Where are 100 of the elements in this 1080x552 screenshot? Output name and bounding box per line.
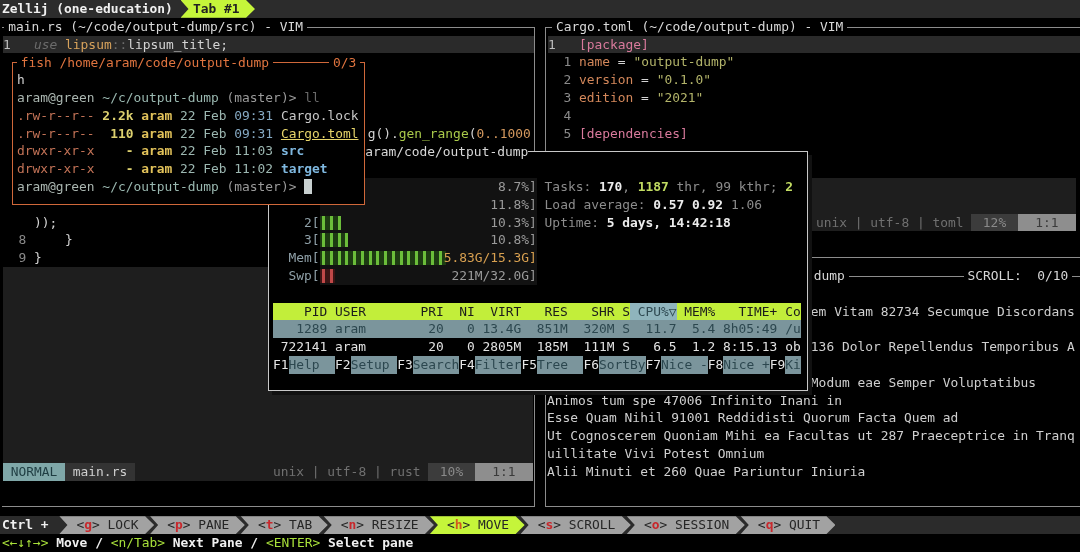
function-button[interactable]: Ki bbox=[785, 355, 801, 374]
column-header[interactable]: NI bbox=[443, 302, 475, 321]
table-cell-text: 722141 bbox=[279, 338, 328, 356]
table-cell-text: aram bbox=[334, 338, 368, 356]
mode-button[interactable]: <h> MOVE bbox=[429, 516, 525, 534]
terminal-line: .rw-r--r-- 2.2k aram 22 Feb 09:31 Cargo.lock bbox=[17, 106, 359, 125]
tab[interactable]: Tab #1 bbox=[180, 0, 255, 18]
meter-label: Mem[ bbox=[287, 249, 320, 267]
line-number: 9 bbox=[17, 249, 27, 267]
terminal-line: Esse Quam Nihil 91001 Reddidisti Quorum Facta Quem ad bbox=[547, 409, 959, 428]
system-info: Tasks: 170, 1187 thr, 99 kthr; 2 bbox=[544, 178, 793, 196]
line-number: 2 bbox=[562, 71, 572, 89]
process-row[interactable]: 722141 aram 20 0 2805M 185M 111M S 6.5 1.2 8:15.13 ob bbox=[273, 338, 801, 356]
table-cell-text: 185M bbox=[535, 338, 568, 356]
meter-value: 8.7%] bbox=[498, 178, 537, 196]
table-cell-text: 8h05:49 bbox=[722, 320, 778, 339]
meter-label: Swp[ bbox=[287, 266, 320, 285]
column-header[interactable]: PID bbox=[273, 302, 328, 321]
column-header[interactable]: S bbox=[614, 302, 630, 321]
table-cell-text: 13.4G bbox=[481, 320, 522, 339]
column-header[interactable]: SHR bbox=[567, 302, 615, 321]
table-cell-text: 320M bbox=[582, 320, 615, 339]
mode-button[interactable]: <o> SESSION bbox=[626, 516, 745, 534]
table-cell-text: 0 bbox=[465, 320, 475, 339]
function-button[interactable]: Search bbox=[412, 355, 460, 374]
line-number: 1 bbox=[562, 53, 572, 72]
file-name: main.rs bbox=[65, 462, 135, 481]
terminal-line: uillitate Vivi Potest Omnium bbox=[547, 444, 765, 463]
table-cell-text: 20 bbox=[427, 338, 444, 356]
function-button[interactable]: Nice + bbox=[723, 355, 770, 374]
cursor-position: 1:1 bbox=[474, 462, 533, 481]
mode-button[interactable]: <q> QUIT bbox=[740, 516, 836, 534]
line-number: 8 bbox=[17, 231, 27, 250]
table-cell-text: 1289 bbox=[295, 320, 328, 339]
meter-value: 5.83G/15.3G] bbox=[443, 249, 537, 267]
column-header[interactable]: Co bbox=[777, 302, 801, 321]
table-cell-text: /u bbox=[784, 320, 801, 339]
column-header[interactable]: MEM% bbox=[676, 302, 716, 321]
terminal-line: drwxr-xr-x - aram 22 Feb 11:02 target bbox=[17, 160, 328, 178]
table-cell-text: 20 bbox=[427, 320, 444, 339]
table-cell-text: 1.2 bbox=[691, 338, 716, 356]
table-cell-text: 2805M bbox=[481, 338, 522, 356]
mode-button[interactable]: <g> LOCK bbox=[59, 516, 155, 534]
mode-button[interactable]: <p> PANE bbox=[150, 516, 245, 534]
terminal-line: Alii Minuti et 260 Quae Pariuntur Iniuria bbox=[547, 462, 866, 481]
mode-button[interactable]: <s> SCROLL bbox=[520, 516, 631, 534]
table-cell-text: S bbox=[621, 320, 630, 339]
terminal-line: .rw-r--r-- 110 aram 22 Feb 09:31 Cargo.toml bbox=[17, 124, 359, 143]
meter-value: 10.8%] bbox=[490, 231, 537, 250]
key-label: F3 bbox=[397, 355, 413, 374]
meter-label: 3[ bbox=[303, 231, 320, 250]
key-label: F6 bbox=[583, 355, 599, 374]
table-cell-text: 111M bbox=[582, 338, 615, 356]
key-label: F2 bbox=[335, 355, 351, 374]
table-cell-text: 5.4 bbox=[691, 320, 716, 339]
mode-button[interactable]: <t> TAB bbox=[240, 516, 328, 534]
terminal-line: Animos tum spe 47006 Infinito Inani in bbox=[547, 391, 842, 410]
meter-value: 221M/32.0G] bbox=[451, 266, 537, 285]
column-header[interactable]: TIME+ bbox=[715, 302, 778, 321]
pane-title: dump bbox=[809, 267, 849, 286]
scroll-percent: 12% bbox=[971, 213, 1018, 232]
key-label: F8 bbox=[707, 355, 724, 374]
meter-label: 2[ bbox=[303, 213, 320, 232]
file-info: unix | utf-8 | toml bbox=[816, 213, 965, 232]
pane-title: Cargo.toml (~/code/output-dump) - VIM bbox=[552, 18, 848, 36]
terminal-line: em Vitam 82734 Secumque Discordans bbox=[810, 302, 1075, 321]
table-cell-text: 8:15.13 bbox=[722, 338, 778, 356]
process-row[interactable]: 1289 aram 20 0 13.4G 851M 320M S 11.7 5.4 8h05:49 /u bbox=[273, 320, 801, 339]
terminal-line: drwxr-xr-x - aram 22 Feb 11:03 src bbox=[17, 142, 305, 161]
meter-value: 11.8%] bbox=[490, 195, 537, 214]
code-line: version = "0.1.0" bbox=[579, 71, 711, 89]
table-cell-text: 0 bbox=[465, 338, 475, 356]
scroll-percent: 10% bbox=[428, 462, 475, 481]
column-header[interactable]: CPU%▽ bbox=[629, 302, 677, 321]
mode-button[interactable]: <n> RESIZE bbox=[323, 516, 434, 534]
function-button[interactable]: SortBy bbox=[599, 355, 646, 374]
system-info: Load average: 0.57 0.92 1.06 bbox=[544, 195, 762, 214]
column-header[interactable]: VIRT bbox=[474, 302, 522, 321]
code-line: )); bbox=[34, 213, 58, 232]
terminal-line: aram@green ~/c/output-dump (master)> bbox=[17, 177, 298, 196]
function-button[interactable]: Nice - bbox=[661, 355, 708, 374]
terminal-line: h bbox=[17, 71, 25, 89]
mode-indicator: NORMAL bbox=[3, 462, 66, 481]
session-name: Zellij (one-education) bbox=[1, 0, 173, 18]
table-cell-text: S bbox=[621, 338, 630, 356]
table-cell-text: 6.5 bbox=[652, 338, 677, 356]
table-cell-text: ob bbox=[784, 338, 801, 356]
key-label: F5 bbox=[521, 355, 537, 374]
column-header[interactable]: RES bbox=[521, 302, 568, 321]
column-header[interactable]: USER bbox=[327, 302, 405, 321]
terminal-line: 136 Dolor Repellendus Temporibus A bbox=[810, 338, 1075, 356]
file-info: unix | utf-8 | rust bbox=[273, 462, 422, 481]
code-line: g().gen_range(0..1000 bbox=[367, 124, 531, 143]
function-button[interactable]: Tree bbox=[536, 355, 584, 374]
code-line: } bbox=[34, 249, 42, 267]
system-info: Uptime: 5 days, 14:42:18 bbox=[544, 213, 731, 232]
terminal-line: Ut Cognoscerem Quoniam Mihi ea Facultas ut 287 Praeceptrice in Tranq bbox=[547, 427, 1075, 445]
meter-value: 10.3%] bbox=[490, 213, 537, 232]
column-header[interactable]: PRI bbox=[404, 302, 444, 321]
terminal-line: aram@green ~/c/output-dump (master)> ll bbox=[17, 89, 320, 107]
